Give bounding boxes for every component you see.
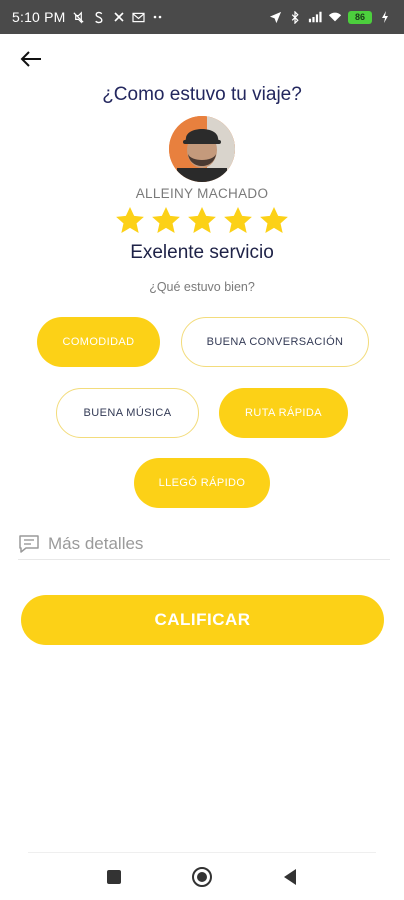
status-bar: 5:10 PM 86: [0, 0, 404, 34]
chip-label: RUTA RÁPIDA: [245, 407, 322, 419]
wifi-icon: [328, 10, 342, 24]
arrow-left-icon: [20, 51, 41, 67]
signal-icon: [308, 10, 322, 24]
charging-icon: [378, 10, 392, 24]
chip-label: COMODIDAD: [62, 336, 135, 348]
star-icon-5[interactable]: [258, 205, 290, 237]
comment-icon: [19, 534, 39, 553]
home-button[interactable]: [190, 865, 214, 889]
chip-buena-conversacion[interactable]: BUENA CONVERSACIÓN: [181, 317, 369, 367]
mail-icon: [132, 10, 146, 24]
back-button[interactable]: [16, 44, 46, 74]
triangle-back-icon: [284, 869, 296, 885]
mute-icon: [72, 10, 86, 24]
details-input[interactable]: [48, 533, 368, 554]
chip-llego-rapido[interactable]: LLEGÓ RÁPIDO: [134, 458, 270, 508]
chip-label: LLEGÓ RÁPIDO: [158, 477, 246, 489]
nav-divider: [28, 852, 376, 853]
page-title: ¿Como estuvo tu viaje?: [102, 84, 302, 105]
system-nav-bar: [0, 860, 404, 894]
square-icon: [107, 870, 121, 884]
chip-label: BUENA CONVERSACIÓN: [206, 336, 344, 348]
chip-label: BUENA MÚSICA: [83, 407, 172, 419]
chip-comodidad[interactable]: COMODIDAD: [37, 317, 160, 367]
feedback-question: ¿Qué estuvo bien?: [149, 280, 255, 294]
rating-screen: 5:10 PM 86 ¿Como estuvo tu viaje? ALLEIN…: [0, 0, 404, 900]
star-icon-4[interactable]: [222, 205, 254, 237]
star-icon-1[interactable]: [114, 205, 146, 237]
bluetooth-icon: [288, 10, 302, 24]
circle-icon: [192, 867, 212, 887]
driver-name: ALLEINY MACHADO: [135, 186, 269, 201]
star-icon-3[interactable]: [186, 205, 218, 237]
status-time: 5:10 PM: [12, 9, 66, 25]
status-right: 86: [268, 10, 392, 24]
star-rating: [114, 205, 290, 239]
location-icon: [268, 10, 282, 24]
chip-buena-musica[interactable]: BUENA MÚSICA: [56, 388, 199, 438]
chip-ruta-rapida[interactable]: RUTA RÁPIDA: [219, 388, 348, 438]
battery-icon: 86: [348, 10, 372, 24]
recents-button[interactable]: [102, 865, 126, 889]
s-icon: [92, 10, 106, 24]
calificar-button[interactable]: CALIFICAR: [21, 595, 384, 645]
status-left: 5:10 PM: [12, 9, 166, 25]
back-nav-button[interactable]: [278, 865, 302, 889]
more-dots-icon: [152, 10, 166, 24]
details-row[interactable]: [18, 532, 390, 560]
driver-avatar: [169, 116, 235, 182]
rating-label: Exelente servicio: [130, 242, 274, 263]
star-icon-2[interactable]: [150, 205, 182, 237]
cross-icon: [112, 10, 126, 24]
